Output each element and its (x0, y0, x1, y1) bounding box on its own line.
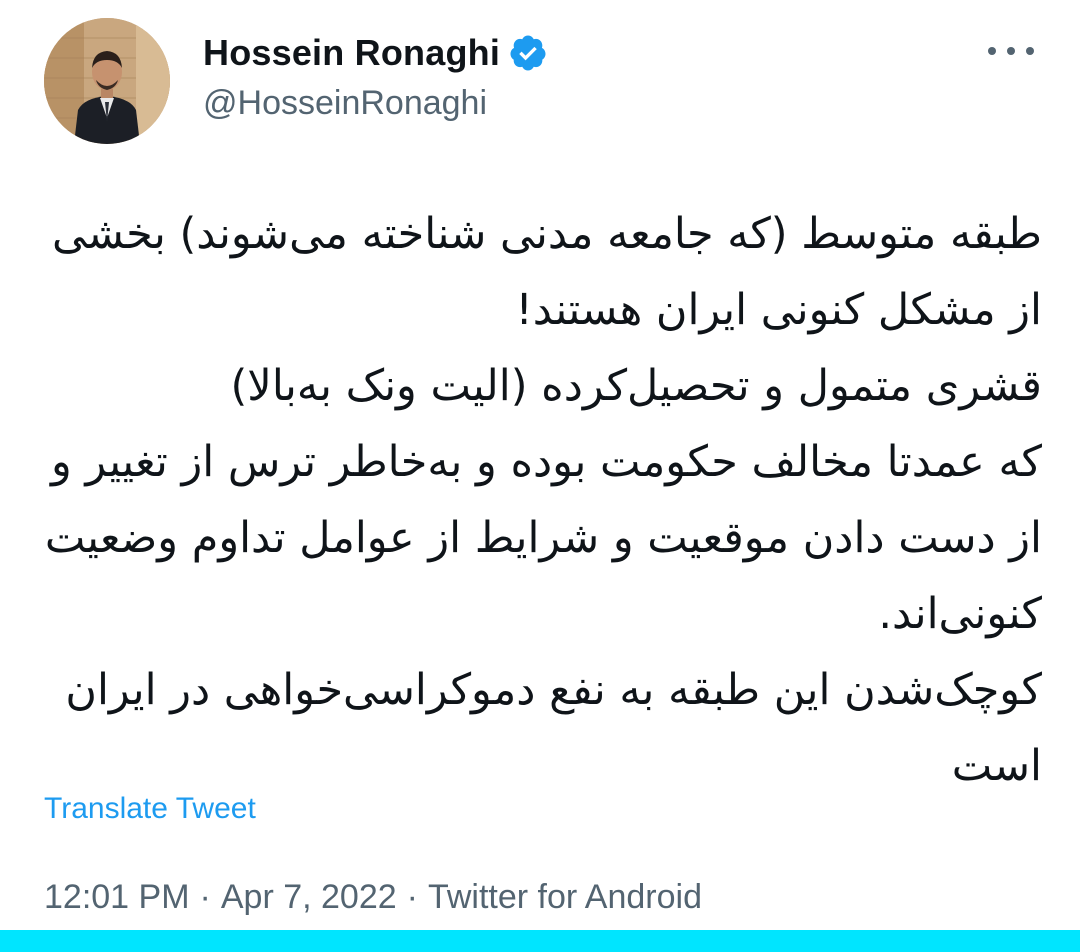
tweet-text: طبقه متوسط (که جامعه مدنی شناخته می‌شوند… (44, 209, 1042, 791)
meta-separator: · (199, 877, 211, 916)
tweet-meta: 12:01 PM · Apr 7, 2022 · Twitter for And… (44, 874, 702, 920)
tweet-card: Hossein Ronaghi @HosseinRonaghi طبقه متو… (0, 0, 1080, 930)
tweet-time[interactable]: 12:01 PM (44, 878, 190, 917)
avatar-image (44, 18, 170, 144)
translate-tweet-link[interactable]: Translate Tweet (44, 792, 256, 826)
verified-badge-icon (508, 33, 548, 73)
author-handle[interactable]: @HosseinRonaghi (203, 84, 487, 123)
tweet-source[interactable]: Twitter for Android (428, 878, 702, 917)
meta-separator: · (406, 877, 418, 916)
more-dot (988, 47, 996, 55)
more-dot (1007, 47, 1015, 55)
avatar[interactable] (44, 18, 170, 144)
more-horizontal-icon[interactable] (988, 36, 1034, 66)
bottom-highlight-bar (0, 930, 1080, 952)
author-name-row[interactable]: Hossein Ronaghi (203, 28, 548, 78)
tweet-date[interactable]: Apr 7, 2022 (221, 878, 397, 917)
more-dot (1026, 47, 1034, 55)
author-display-name[interactable]: Hossein Ronaghi (203, 32, 500, 74)
